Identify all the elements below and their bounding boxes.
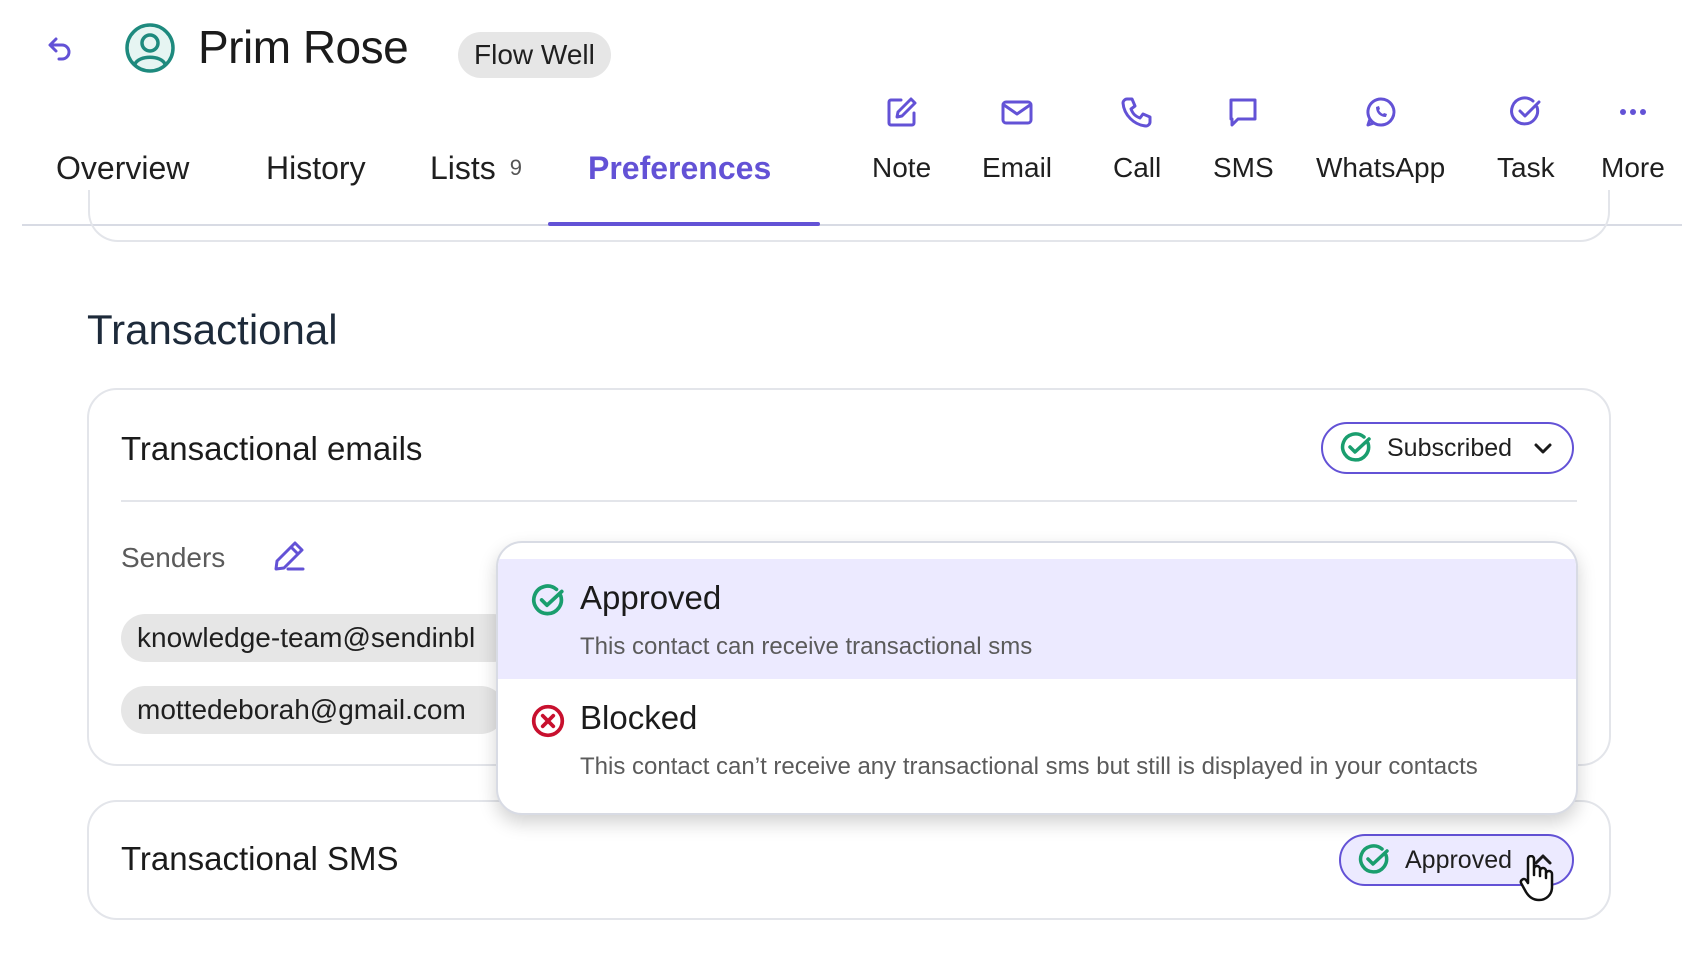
call-action-button[interactable]: Call: [1113, 92, 1161, 184]
sms-status-dropdown: Approved This contact can receive transa…: [496, 541, 1578, 815]
blocked-x-circle-icon: [531, 704, 565, 738]
sms-action-button[interactable]: SMS: [1213, 92, 1274, 184]
back-arrow-icon: [48, 37, 71, 61]
company-badge[interactable]: Flow Well: [458, 32, 611, 78]
sms-icon: [1223, 92, 1263, 132]
contact-name: Prim Rose: [198, 21, 409, 73]
contact-avatar-icon: [124, 22, 176, 74]
more-action-button[interactable]: More: [1601, 92, 1665, 184]
email-status-value: Subscribed: [1387, 433, 1513, 462]
dropdown-option-approved[interactable]: Approved This contact can receive transa…: [498, 559, 1576, 679]
card-divider: [121, 500, 1577, 502]
check-circle-icon: [1340, 432, 1371, 462]
email-icon: [997, 92, 1037, 132]
note-action-label: Note: [872, 152, 932, 183]
section-title: Transactional: [87, 306, 338, 353]
phone-icon: [1117, 92, 1157, 132]
note-action-button[interactable]: Note: [872, 92, 931, 184]
tab-preferences-label: Preferences: [588, 150, 772, 186]
option-description: This contact can’t receive any transacti…: [580, 753, 1478, 780]
sms-status-select[interactable]: Approved: [1339, 834, 1575, 886]
email-action-label: Email: [982, 152, 1053, 183]
sms-action-label: SMS: [1213, 152, 1274, 183]
note-edit-icon: [882, 92, 922, 132]
chevron-down-icon: [1534, 443, 1552, 454]
option-title: Approved: [580, 579, 722, 616]
lists-count: 9: [509, 155, 523, 180]
edit-pencil-icon[interactable]: [271, 538, 307, 574]
task-action-label: Task: [1497, 152, 1555, 183]
transactional-sms-card: Transactional SMS Approved: [87, 800, 1611, 920]
tab-overview-label: Overview: [56, 150, 190, 186]
more-dots-icon: [1613, 92, 1653, 132]
check-circle-icon: [1358, 844, 1389, 874]
option-title: Blocked: [580, 699, 698, 736]
call-action-label: Call: [1113, 152, 1162, 183]
email-action-button[interactable]: Email: [982, 92, 1052, 184]
senders-label: Senders: [121, 542, 226, 573]
transactional-sms-title: Transactional SMS: [121, 840, 399, 877]
chevron-up-icon: [1534, 854, 1552, 865]
sms-status-value: Approved: [1405, 845, 1513, 874]
whatsapp-icon: [1361, 92, 1401, 132]
task-action-button[interactable]: Task: [1497, 92, 1555, 184]
sender-chip: knowledge-team@sendinbl: [121, 614, 517, 662]
dropdown-option-blocked[interactable]: Blocked This contact can’t receive any t…: [498, 679, 1576, 799]
tab-history-label: History: [266, 150, 366, 186]
whatsapp-action-button[interactable]: WhatsApp: [1316, 92, 1445, 184]
more-action-label: More: [1601, 152, 1665, 183]
previous-card-edge: [88, 190, 1610, 242]
email-status-select[interactable]: Subscribed: [1321, 422, 1575, 474]
task-check-icon: [1506, 92, 1546, 132]
option-description: This contact can receive transactional s…: [580, 633, 1033, 660]
whatsapp-action-label: WhatsApp: [1316, 152, 1446, 183]
back-button[interactable]: [44, 32, 76, 64]
check-circle-icon: [532, 584, 564, 616]
transactional-emails-title: Transactional emails: [121, 430, 423, 467]
tab-lists-label: Lists: [430, 150, 496, 186]
sender-chip: mottedeborah@gmail.com: [121, 686, 505, 734]
